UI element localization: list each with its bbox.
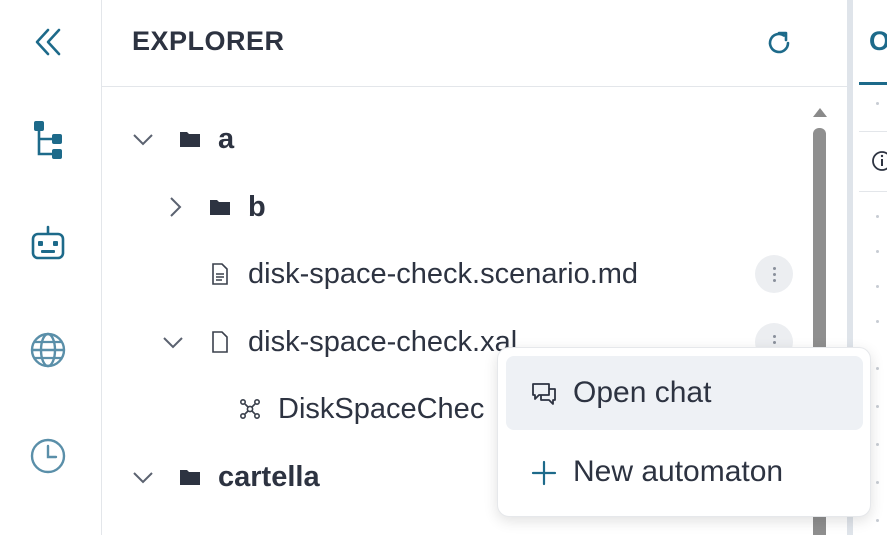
tree-item-folder-a[interactable]: a (102, 106, 802, 172)
chevron-right-icon[interactable] (164, 196, 186, 218)
activity-bar (0, 0, 102, 535)
context-menu: Open chat New automaton (497, 347, 871, 517)
tree-item-file-scenario[interactable]: disk-space-check.scenario.md (102, 241, 802, 307)
info-icon[interactable] (871, 150, 887, 172)
refresh-icon (768, 31, 790, 54)
chevron-down-icon[interactable] (132, 466, 154, 488)
dot-divider (876, 405, 879, 408)
dot-divider (876, 443, 879, 446)
scroll-up-arrow[interactable] (813, 108, 827, 117)
refresh-button[interactable] (762, 26, 796, 60)
tree-item-folder-b[interactable]: b (102, 174, 802, 240)
robot-icon (31, 225, 65, 260)
right-panel-tab-label: O (869, 26, 887, 56)
tree-item-label: DiskSpaceChec (278, 393, 485, 425)
menu-item-label: New automaton (573, 455, 784, 488)
file-icon (212, 331, 228, 353)
dot-divider (876, 250, 879, 253)
dot-divider (876, 320, 879, 323)
chat-bubbles-icon (532, 383, 556, 405)
dot-divider (876, 519, 879, 522)
explorer-view-button[interactable] (24, 115, 72, 163)
tree-hierarchy-icon (34, 121, 62, 159)
dot-divider (876, 215, 879, 218)
more-actions-button[interactable] (755, 255, 793, 293)
tree-item-label: disk-space-check.scenario.md (248, 258, 639, 290)
explorer-header: EXPLORER (102, 0, 847, 87)
menu-item-open-chat[interactable]: Open chat (506, 356, 863, 430)
web-view-button[interactable] (24, 326, 72, 374)
automaton-view-button[interactable] (24, 220, 72, 268)
collapse-sidebar-button[interactable] (24, 18, 72, 66)
chevron-down-icon[interactable] (132, 128, 154, 150)
divider (859, 131, 887, 132)
tree-item-label: a (218, 123, 235, 155)
file-text-icon (212, 263, 228, 285)
automaton-graph-icon (239, 398, 260, 419)
dot-divider (876, 481, 879, 484)
tree-item-label: b (248, 191, 266, 223)
folder-icon (180, 132, 200, 147)
collapse-double-chevron-icon (35, 28, 61, 56)
globe-icon (30, 332, 66, 368)
tree-item-label: disk-space-check.xal (248, 326, 518, 358)
plus-icon (531, 460, 557, 486)
history-view-button[interactable] (24, 432, 72, 480)
explorer-title: EXPLORER (132, 26, 285, 56)
tree-item-label: cartella (218, 461, 320, 493)
menu-item-new-automaton[interactable]: New automaton (506, 435, 863, 509)
menu-item-label: Open chat (573, 376, 712, 409)
dot-divider (876, 367, 879, 370)
chevron-down-icon[interactable] (162, 331, 184, 353)
dot-divider (876, 285, 879, 288)
folder-icon (180, 470, 200, 485)
divider (859, 191, 887, 192)
folder-icon (210, 200, 230, 215)
dot-divider (876, 102, 879, 105)
clock-icon (30, 438, 66, 474)
